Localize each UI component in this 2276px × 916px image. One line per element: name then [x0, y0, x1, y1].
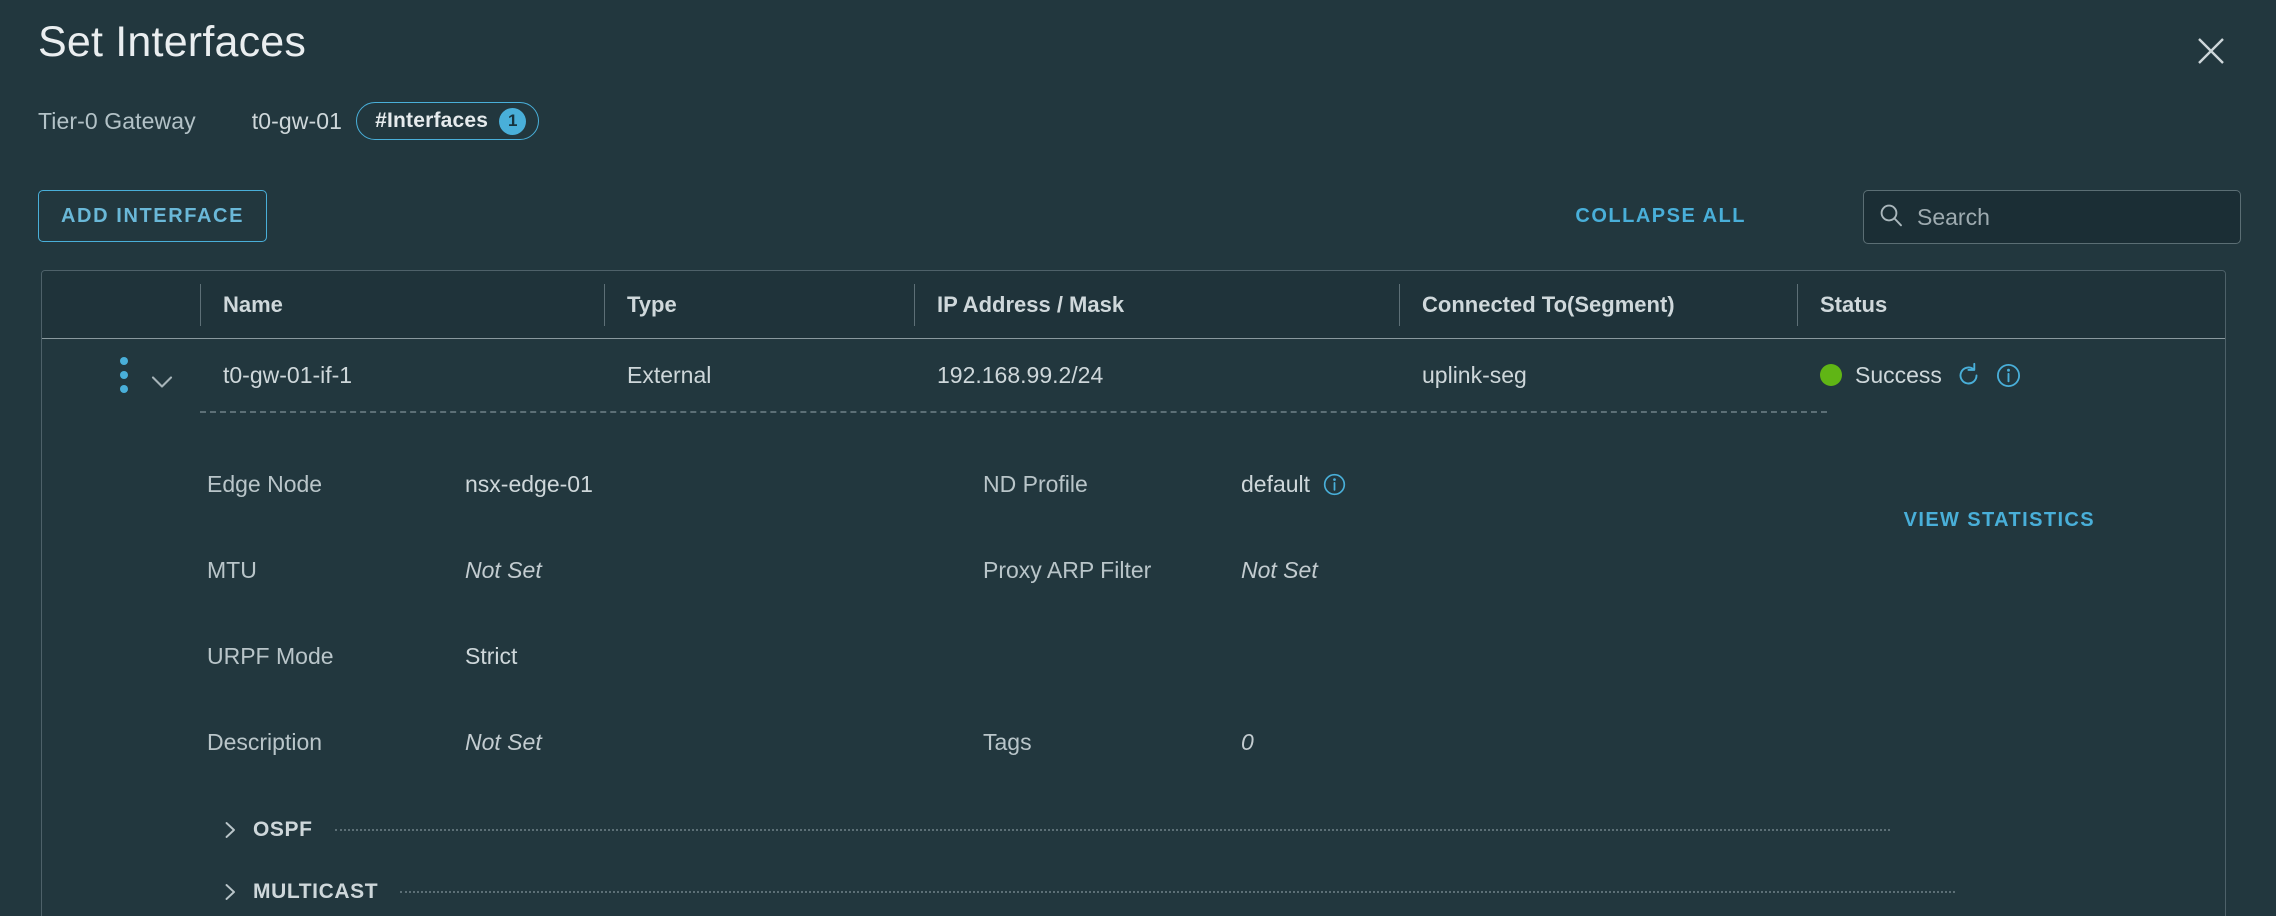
detail-value-nd-profile-text: default: [1241, 470, 1311, 497]
column-header-ip-address: IP Address / Mask: [914, 271, 1399, 339]
close-icon[interactable]: [2188, 28, 2234, 74]
cell-ip-address: 192.168.99.2/24: [937, 361, 1104, 388]
accordion-section-ospf[interactable]: OSPF: [207, 799, 2225, 861]
detail-value-description: Not Set: [465, 728, 542, 755]
detail-label-edge-node: Edge Node: [207, 470, 323, 497]
detail-value-urpf-mode: Strict: [465, 642, 518, 669]
interfaces-chip-label: #Interfaces: [375, 109, 489, 132]
detail-label-description: Description: [207, 728, 323, 755]
detail-label-blank: [983, 613, 1241, 699]
interfaces-chip[interactable]: #Interfaces 1: [356, 102, 540, 140]
interfaces-chip-count: 1: [499, 107, 527, 135]
collapse-all-button[interactable]: COLLAPSE ALL: [1575, 190, 1746, 242]
info-icon[interactable]: [1322, 472, 1347, 497]
view-statistics-button[interactable]: VIEW STATISTICS: [1904, 509, 2095, 532]
set-interfaces-dialog: Set Interfaces Tier-0 Gateway t0-gw-01 #…: [0, 0, 2276, 916]
info-icon[interactable]: [1995, 362, 2022, 389]
search-input[interactable]: [1917, 203, 2226, 231]
detail-value-proxy-arp-filter: Not Set: [1241, 556, 1318, 583]
status-badge: [1820, 364, 1842, 386]
cell-status: Success: [1797, 339, 2225, 411]
cell-name: t0-gw-01-if-1: [223, 361, 353, 388]
detail-label-tags: Tags: [983, 728, 1032, 755]
detail-label-nd-profile: ND Profile: [983, 470, 1088, 497]
search-box[interactable]: [1863, 190, 2241, 244]
detail-value-blank: [1241, 613, 1741, 699]
status-label: Success: [1855, 361, 1942, 388]
detail-value-mtu: Not Set: [465, 556, 542, 583]
detail-value-tags: 0: [1241, 728, 1254, 755]
cell-connected-to: uplink-seg: [1422, 361, 1527, 388]
accordion-label-ospf: OSPF: [253, 818, 313, 841]
table-header-row: Name Type IP Address / Mask Connected To…: [42, 271, 2225, 339]
detail-value-nd-profile: default: [1241, 441, 1741, 527]
column-header-connected-to: Connected To(Segment): [1399, 271, 1797, 339]
breadcrumb: Tier-0 Gateway t0-gw-01 #Interfaces 1: [38, 100, 540, 142]
breadcrumb-label: Tier-0 Gateway: [38, 107, 196, 134]
accordion-section-multicast[interactable]: MULTICAST: [207, 861, 2225, 916]
interface-detail-panel: Edge Node nsx-edge-01 ND Profile default: [42, 413, 2225, 916]
column-header-type: Type: [604, 271, 914, 339]
refresh-icon[interactable]: [1955, 362, 1982, 389]
detail-value-edge-node: nsx-edge-01: [465, 470, 593, 497]
detail-label-mtu: MTU: [207, 556, 257, 583]
page-title: Set Interfaces: [38, 18, 307, 66]
column-header-actions: [42, 271, 200, 339]
accordion-label-multicast: MULTICAST: [253, 880, 379, 903]
search-icon: [1878, 202, 1904, 233]
accordion-dotted-rule: [400, 891, 1956, 893]
detail-label-urpf-mode: URPF Mode: [207, 642, 334, 669]
chevron-down-icon[interactable]: [140, 360, 184, 404]
breadcrumb-gateway-name: t0-gw-01: [251, 107, 343, 134]
column-header-name: Name: [200, 271, 604, 339]
cell-type: External: [627, 361, 712, 388]
interfaces-table: Name Type IP Address / Mask Connected To…: [41, 270, 2226, 916]
chevron-right-icon: [207, 882, 253, 902]
column-header-status: Status: [1797, 271, 2225, 339]
detail-accordion: OSPF MULTICAST: [207, 799, 2225, 916]
accordion-dotted-rule: [334, 829, 1890, 831]
chevron-right-icon: [207, 820, 253, 840]
add-interface-button[interactable]: ADD INTERFACE: [38, 190, 268, 242]
table-row: t0-gw-01-if-1 External 192.168.99.2/24 u…: [42, 339, 2225, 916]
detail-label-proxy-arp-filter: Proxy ARP Filter: [983, 556, 1152, 583]
